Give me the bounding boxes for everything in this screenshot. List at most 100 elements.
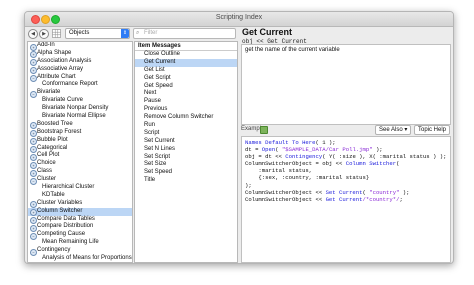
code-line: ColumnSwitcherObject << Get Current/*cou… — [245, 195, 403, 203]
code-line: {:sex, :country, :marital status} — [245, 174, 370, 182]
tree-item[interactable]: + Categorical — [28, 144, 132, 154]
detail-pane: Get Current obj << Get Current get the n… — [239, 26, 453, 263]
tree-item[interactable]: + Cluster Variables — [28, 199, 132, 209]
code-line: obj = dt << Contingency( Y( :size ), X( … — [245, 153, 447, 161]
tree-item-label: Bivariate Curve — [42, 97, 84, 104]
message-item[interactable]: Previous — [135, 106, 237, 114]
message-item[interactable]: Script — [135, 130, 237, 138]
tree-item-label: Associative Array — [37, 65, 84, 72]
tree-item-label: Cell Plot — [37, 152, 60, 159]
tree-item[interactable]: − Bivariate — [28, 89, 132, 98]
message-item[interactable]: Set Size — [135, 161, 237, 169]
code-line: dt = Open( "$SAMPLE_DATA/Car Poll.jmp" )… — [245, 146, 383, 154]
tree-item[interactable]: Hierarchical Cluster — [28, 184, 132, 192]
tree-item[interactable]: + Bubble Plot — [28, 136, 132, 146]
code-line: ColumnSwitcherObject = obj << Column Swi… — [245, 160, 400, 168]
forward-arrow-icon[interactable]: ▶ — [39, 29, 49, 39]
tree-item[interactable]: + Bootstrap Forest — [28, 128, 132, 138]
window-title: Scripting Index — [215, 14, 263, 21]
code-line: ); — [245, 181, 252, 189]
filter-input[interactable]: ⌕ Filter — [133, 28, 236, 39]
tree-item[interactable]: + Compare Data Tables — [28, 215, 132, 225]
back-arrow-icon[interactable]: ◀ — [28, 29, 38, 39]
message-item[interactable]: Set Current — [135, 138, 237, 146]
code-line: ColumnSwitcherObject << Set Current( "co… — [245, 188, 410, 196]
message-item[interactable]: Get Current — [135, 58, 237, 67]
message-item[interactable]: Set Script — [135, 154, 237, 162]
tree-item[interactable]: − Attribute Chart — [28, 73, 132, 83]
message-item[interactable]: Get Speed — [135, 83, 237, 91]
tree-item[interactable]: + Choice — [28, 160, 132, 169]
message-item[interactable]: Get List — [135, 67, 237, 75]
message-item[interactable]: Set N Lines — [135, 146, 237, 154]
item-messages-header: Item Messages — [135, 42, 237, 51]
description-box: get the name of the current variable — [241, 44, 451, 125]
tree-item[interactable]: + Boosted Tree — [28, 121, 132, 130]
tree-item-label: Contingency — [37, 247, 71, 254]
tree-item[interactable]: + Add-In — [28, 42, 132, 51]
tree-item[interactable]: Bivariate Curve — [28, 97, 132, 105]
tree-item[interactable]: + Column Switcher — [28, 207, 132, 217]
tree-item-label: Choice — [37, 160, 56, 167]
example-code[interactable]: Names Default To Here( 1 ); dt = Open( "$… — [245, 139, 446, 203]
tree-item[interactable]: Analysis of Means for Proportions — [28, 255, 132, 262]
example-code-editor[interactable]: Names Default To Here( 1 ); dt = Open( "$… — [241, 136, 451, 263]
tree-item-label: Bootstrap Forest — [37, 128, 82, 135]
grid-view-icon[interactable] — [52, 29, 61, 38]
message-item[interactable]: Set Speed — [135, 169, 237, 177]
example-bar: Example See Also ▾ Topic Help — [239, 125, 453, 135]
tree-item[interactable]: Conformance Report — [28, 81, 132, 89]
tree-item-label: Analysis of Means for Proportions — [42, 255, 132, 262]
tree-item-label: Column Switcher — [37, 207, 83, 214]
dropdown-chevron-icon: ⇕ — [121, 29, 129, 38]
code-line: :marital status, — [245, 167, 313, 175]
see-also-button[interactable]: See Also ▾ — [375, 125, 412, 135]
item-messages-list[interactable]: Item Messages Close Outline Get Current Ge… — [134, 41, 238, 263]
tree-item-label: Categorical — [37, 144, 68, 151]
message-item[interactable]: Title — [135, 177, 237, 185]
see-also-label: See Also — [379, 127, 403, 133]
tree-item[interactable]: − Competing Cause — [28, 231, 132, 240]
tree-item-label: Bubble Plot — [37, 136, 68, 143]
message-item[interactable]: Next — [135, 90, 237, 98]
tree-item-label: Add-In — [37, 42, 55, 48]
tree-item-label: Conformance Report — [42, 81, 98, 88]
tree-item-label: Class — [37, 168, 53, 175]
tree-item[interactable]: Bivariate Nonpar Density — [28, 105, 132, 113]
tree-item[interactable]: − Cluster — [28, 176, 132, 185]
category-dropdown-value: Objects — [69, 30, 90, 36]
message-item[interactable]: Pause — [135, 98, 237, 106]
tree-item[interactable]: + Compare Distribution — [28, 223, 132, 232]
search-icon: ⌕ — [136, 30, 140, 36]
message-item[interactable]: Close Outline — [135, 51, 237, 59]
tree-item[interactable]: Mean Remaining Life — [28, 239, 132, 247]
run-script-icon[interactable] — [260, 126, 268, 134]
tree-item-label: Attribute Chart — [37, 73, 76, 80]
object-tree[interactable]: + Add-In + Alpha Shape + Association Analysis… — [27, 41, 133, 263]
tree-item[interactable]: Bivariate Normal Ellipse — [28, 113, 132, 121]
item-title: Get Current — [242, 27, 293, 37]
tree-item[interactable]: KDTable — [28, 192, 132, 200]
tree-item[interactable]: + Cell Plot — [28, 152, 132, 161]
tree-item[interactable]: + Association Analysis — [28, 57, 132, 67]
tree-item[interactable]: + Class — [28, 168, 132, 177]
topic-help-button[interactable]: Topic Help — [414, 125, 451, 135]
message-item[interactable]: Run — [135, 122, 237, 130]
scripting-index-window: Scripting Index ◀ ▶ Objects ⇕ ⌕ Filter +… — [24, 11, 454, 264]
tree-item-label: Bivariate — [37, 89, 61, 96]
message-item[interactable]: Remove Column Switcher — [135, 114, 237, 122]
code-line: Names Default To Here( 1 ); — [245, 139, 336, 146]
tree-item-label: Cluster Variables — [37, 199, 83, 206]
item-description: get the name of the current variable — [245, 47, 340, 53]
category-dropdown[interactable]: Objects ⇕ — [65, 28, 130, 39]
message-item[interactable]: Get Script — [135, 75, 237, 83]
tree-item-label: Compare Data Tables — [37, 215, 95, 222]
tree-item-label: Bivariate Nonpar Density — [42, 105, 109, 112]
tree-item[interactable]: − Contingency — [28, 247, 132, 256]
tree-item-label: Cluster — [37, 176, 57, 183]
tree-item[interactable]: + Associative Array — [28, 65, 132, 75]
tree-item-label: Association Analysis — [37, 57, 92, 64]
tree-item-label: Alpha Shape — [37, 49, 72, 56]
tree-item-label: KDTable — [42, 191, 65, 198]
tree-item[interactable]: + Alpha Shape — [28, 49, 132, 59]
